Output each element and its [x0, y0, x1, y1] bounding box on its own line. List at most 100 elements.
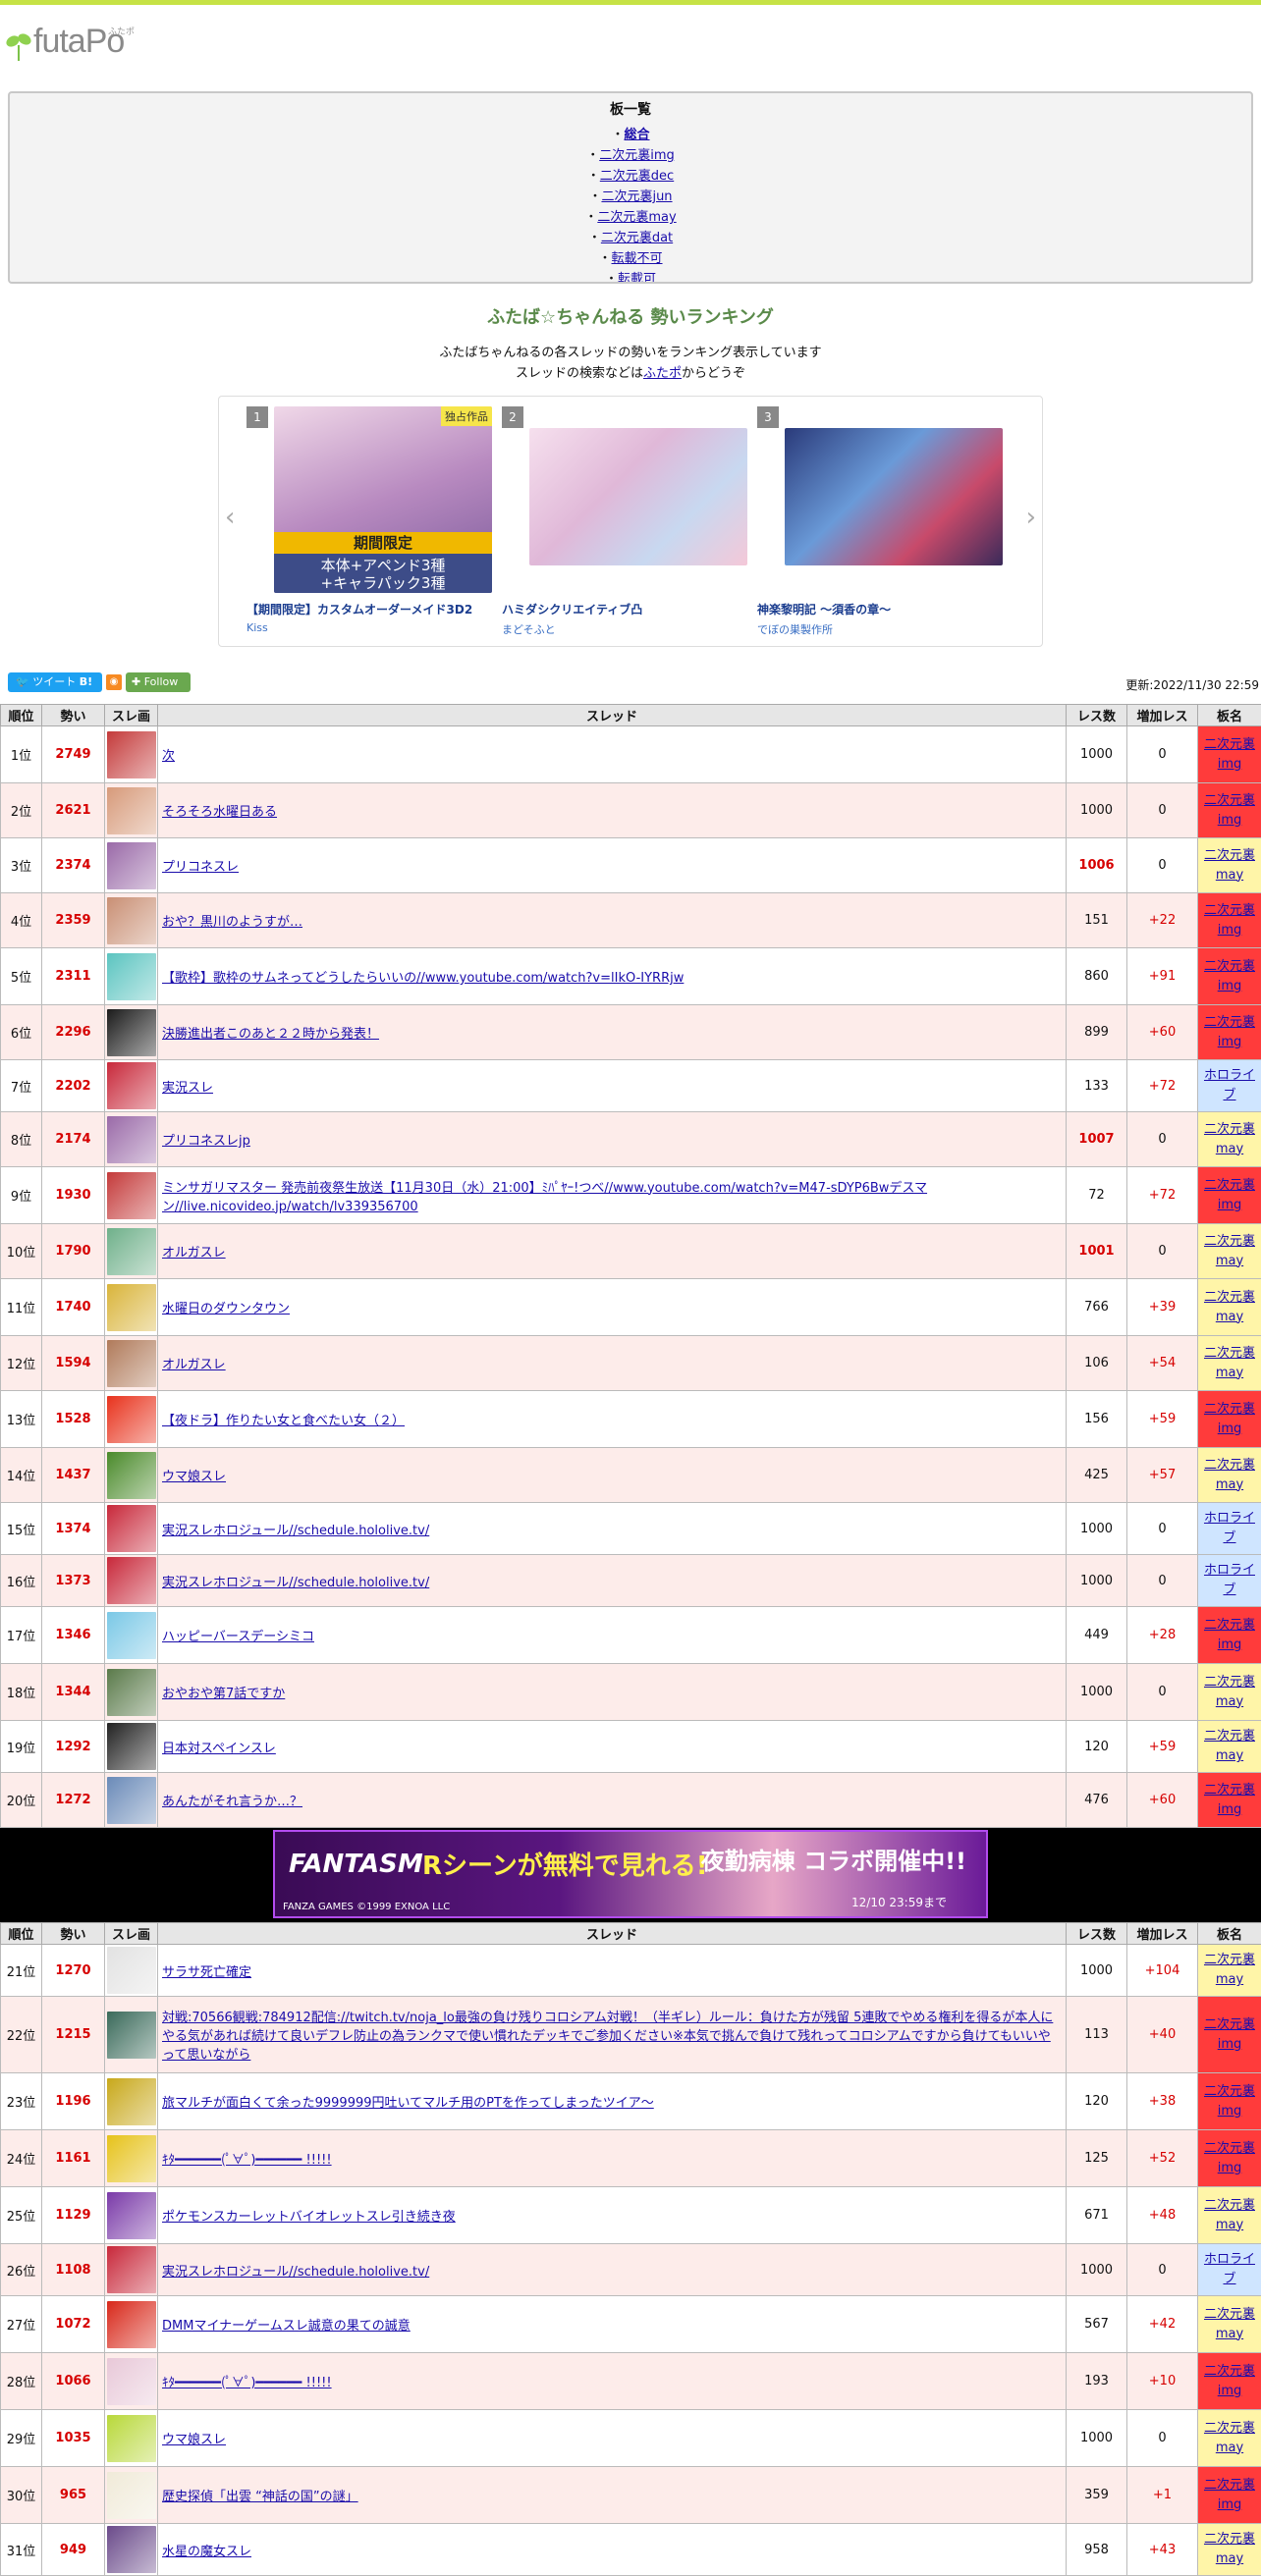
thread-thumbnail[interactable] — [107, 1284, 156, 1331]
thumbnail-cell[interactable] — [105, 2244, 158, 2296]
thread-link[interactable]: 水曜日のダウンタウン — [162, 1302, 290, 1316]
thread-thumbnail[interactable] — [107, 2526, 156, 2573]
thread-thumbnail[interactable] — [107, 787, 156, 834]
thread-thumbnail[interactable] — [107, 1228, 156, 1275]
board-link[interactable]: 二次元裏may — [597, 210, 676, 225]
board-name-link[interactable]: 二次元裏img — [1204, 1178, 1255, 1212]
product-thumbnail[interactable] — [785, 428, 1003, 565]
board-name-link[interactable]: 二次元裏img — [1204, 793, 1255, 828]
thumbnail-cell[interactable] — [105, 1112, 158, 1167]
product-title[interactable]: ハミダシクリエイティブ凸 — [502, 603, 642, 617]
thumbnail-cell[interactable] — [105, 1391, 158, 1448]
board-name-link[interactable]: 二次元裏may — [1204, 2307, 1255, 2341]
thumbnail-cell[interactable] — [105, 1607, 158, 1664]
thread-link[interactable]: プリコネスレ — [162, 860, 239, 875]
thread-link[interactable]: DMMマイナーゲームスレ誠意の果ての誠意 — [162, 2319, 411, 2334]
thread-thumbnail[interactable] — [107, 1777, 156, 1824]
thumbnail-cell[interactable] — [105, 1060, 158, 1112]
product-title[interactable]: 【期間限定】カスタムオーダーメイド3D2 — [247, 603, 472, 617]
thread-thumbnail[interactable] — [107, 953, 156, 1000]
thread-thumbnail[interactable] — [107, 731, 156, 778]
thread-link[interactable]: 実況スレ — [162, 1081, 213, 1096]
thread-link[interactable]: 【夜ドラ】作りたい女と食べたい女（２） — [162, 1414, 405, 1428]
thread-thumbnail[interactable] — [107, 1172, 156, 1219]
thread-thumbnail[interactable] — [107, 2192, 156, 2239]
carousel-card[interactable]: 2 ハミダシクリエイティブ凸 まどそふと — [502, 406, 747, 637]
thread-link[interactable]: 歴史探偵「出雲 “神話の国”の謎」 — [162, 2490, 358, 2504]
board-name-link[interactable]: 二次元裏img — [1204, 2364, 1255, 2398]
board-name-link[interactable]: 二次元裏img — [1204, 2017, 1255, 2052]
thread-thumbnail[interactable] — [107, 2012, 156, 2059]
thread-link[interactable]: 次 — [162, 749, 175, 764]
board-link[interactable]: 二次元裏img — [599, 148, 675, 163]
thumbnail-cell[interactable] — [105, 2410, 158, 2467]
thread-thumbnail[interactable] — [107, 2246, 156, 2293]
board-name-link[interactable]: 二次元裏may — [1204, 1122, 1255, 1156]
rss-icon[interactable]: ◉ — [106, 674, 122, 690]
board-name-link[interactable]: 二次元裏may — [1204, 1346, 1255, 1380]
carousel-card[interactable]: 3 神楽黎明記 ～須香の章～ でぼの巣製作所 — [757, 406, 1003, 637]
board-link[interactable]: 総合 — [625, 128, 650, 142]
thread-link[interactable]: あんたがそれ言うか…？ — [162, 1795, 302, 1809]
thread-thumbnail[interactable] — [107, 1505, 156, 1552]
board-name-link[interactable]: 二次元裏img — [1204, 903, 1255, 938]
thumbnail-cell[interactable] — [105, 1945, 158, 1997]
board-name-link[interactable]: ホロライブ — [1204, 1511, 1255, 1545]
thread-link[interactable]: 水星の魔女スレ — [162, 2545, 251, 2559]
board-link[interactable]: 二次元裏dec — [600, 169, 674, 184]
product-title[interactable]: 神楽黎明記 ～須香の章～ — [757, 603, 891, 617]
thread-thumbnail[interactable] — [107, 1723, 156, 1770]
thread-thumbnail[interactable] — [107, 1009, 156, 1056]
thread-thumbnail[interactable] — [107, 1669, 156, 1716]
board-name-link[interactable]: 二次元裏img — [1204, 959, 1255, 993]
thumbnail-cell[interactable] — [105, 1224, 158, 1279]
thumbnail-cell[interactable] — [105, 2187, 158, 2244]
carousel-card[interactable]: 1 独占作品 期間限定 本体+アペンド3種 +キャラパック3種 【期間限定】カス… — [247, 406, 492, 634]
thread-thumbnail[interactable] — [107, 842, 156, 889]
thread-link[interactable]: オルガスレ — [162, 1246, 226, 1261]
thread-link[interactable]: ミンサガリマスター 発売前夜祭生放送【11月30日（水）21:00】ﾐﾊﾟﾔｰ!… — [162, 1181, 927, 1214]
tweet-button[interactable]: 🐦 ツイート B! — [8, 672, 102, 692]
board-link[interactable]: 二次元裏jun — [601, 189, 672, 204]
board-name-link[interactable]: 二次元裏img — [1204, 1783, 1255, 1817]
thread-link[interactable]: 決勝進出者このあと２２時から発表！ — [162, 1027, 379, 1042]
thread-thumbnail[interactable] — [107, 2358, 156, 2405]
thumbnail-cell[interactable] — [105, 1448, 158, 1503]
thread-link[interactable]: 実況スレホロジュール//schedule.hololive.tv/ — [162, 2265, 429, 2280]
thread-link[interactable]: 実況スレホロジュール//schedule.hololive.tv/ — [162, 1524, 429, 1538]
board-link[interactable]: 転載不可 — [612, 251, 663, 266]
board-name-link[interactable]: ホロライブ — [1204, 2252, 1255, 2286]
thumbnail-cell[interactable] — [105, 1336, 158, 1391]
thumbnail-cell[interactable] — [105, 1773, 158, 1828]
follow-button[interactable]: ✚ Follow — [126, 672, 191, 692]
thread-thumbnail[interactable] — [107, 2415, 156, 2462]
thumbnail-cell[interactable] — [105, 1503, 158, 1555]
thumbnail-cell[interactable] — [105, 893, 158, 948]
board-name-link[interactable]: 二次元裏img — [1204, 1402, 1255, 1436]
thread-link[interactable]: ｷﾀ━━━━━━(ﾟ∀ﾟ)━━━━━━ !!!!! — [162, 2153, 332, 2168]
board-name-link[interactable]: 二次元裏may — [1204, 1458, 1255, 1492]
thread-thumbnail[interactable] — [107, 2472, 156, 2519]
thread-link[interactable]: おや？黒川のようすが… — [162, 915, 302, 930]
thread-link[interactable]: ウマ娘スレ — [162, 1470, 226, 1484]
board-name-link[interactable]: 二次元裏img — [1204, 2141, 1255, 2175]
product-thumbnail[interactable] — [529, 428, 747, 565]
board-name-link[interactable]: 二次元裏may — [1204, 1953, 1255, 1987]
thread-thumbnail[interactable] — [107, 1557, 156, 1604]
board-name-link[interactable]: ホロライブ — [1204, 1563, 1255, 1597]
board-name-link[interactable]: 二次元裏may — [1204, 1675, 1255, 1709]
carousel-next-icon[interactable]: › — [1026, 503, 1036, 532]
thread-link[interactable]: そろそろ水曜日ある — [162, 805, 277, 820]
board-name-link[interactable]: 二次元裏may — [1204, 2198, 1255, 2232]
board-name-link[interactable]: 二次元裏may — [1204, 1729, 1255, 1763]
thread-link[interactable]: 実況スレホロジュール//schedule.hololive.tv/ — [162, 1576, 429, 1590]
thumbnail-cell[interactable] — [105, 1555, 158, 1607]
board-name-link[interactable]: ホロライブ — [1204, 1068, 1255, 1102]
thumbnail-cell[interactable] — [105, 2296, 158, 2353]
thread-link[interactable]: ｷﾀ━━━━━━(ﾟ∀ﾟ)━━━━━━ !!!!! — [162, 2376, 332, 2390]
ad-banner[interactable]: FANTASM Rシーンが無料で見れる! 夜勤病棟 コラボ開催中!! 12/10… — [0, 1828, 1261, 1922]
thread-thumbnail[interactable] — [107, 1116, 156, 1163]
board-name-link[interactable]: 二次元裏may — [1204, 848, 1255, 883]
thread-link[interactable]: 対戦:70566観戦:784912配信://twitch.tv/noja_lo最… — [162, 2011, 1053, 2063]
product-thumbnail[interactable]: 独占作品 期間限定 本体+アペンド3種 +キャラパック3種 — [274, 406, 492, 593]
